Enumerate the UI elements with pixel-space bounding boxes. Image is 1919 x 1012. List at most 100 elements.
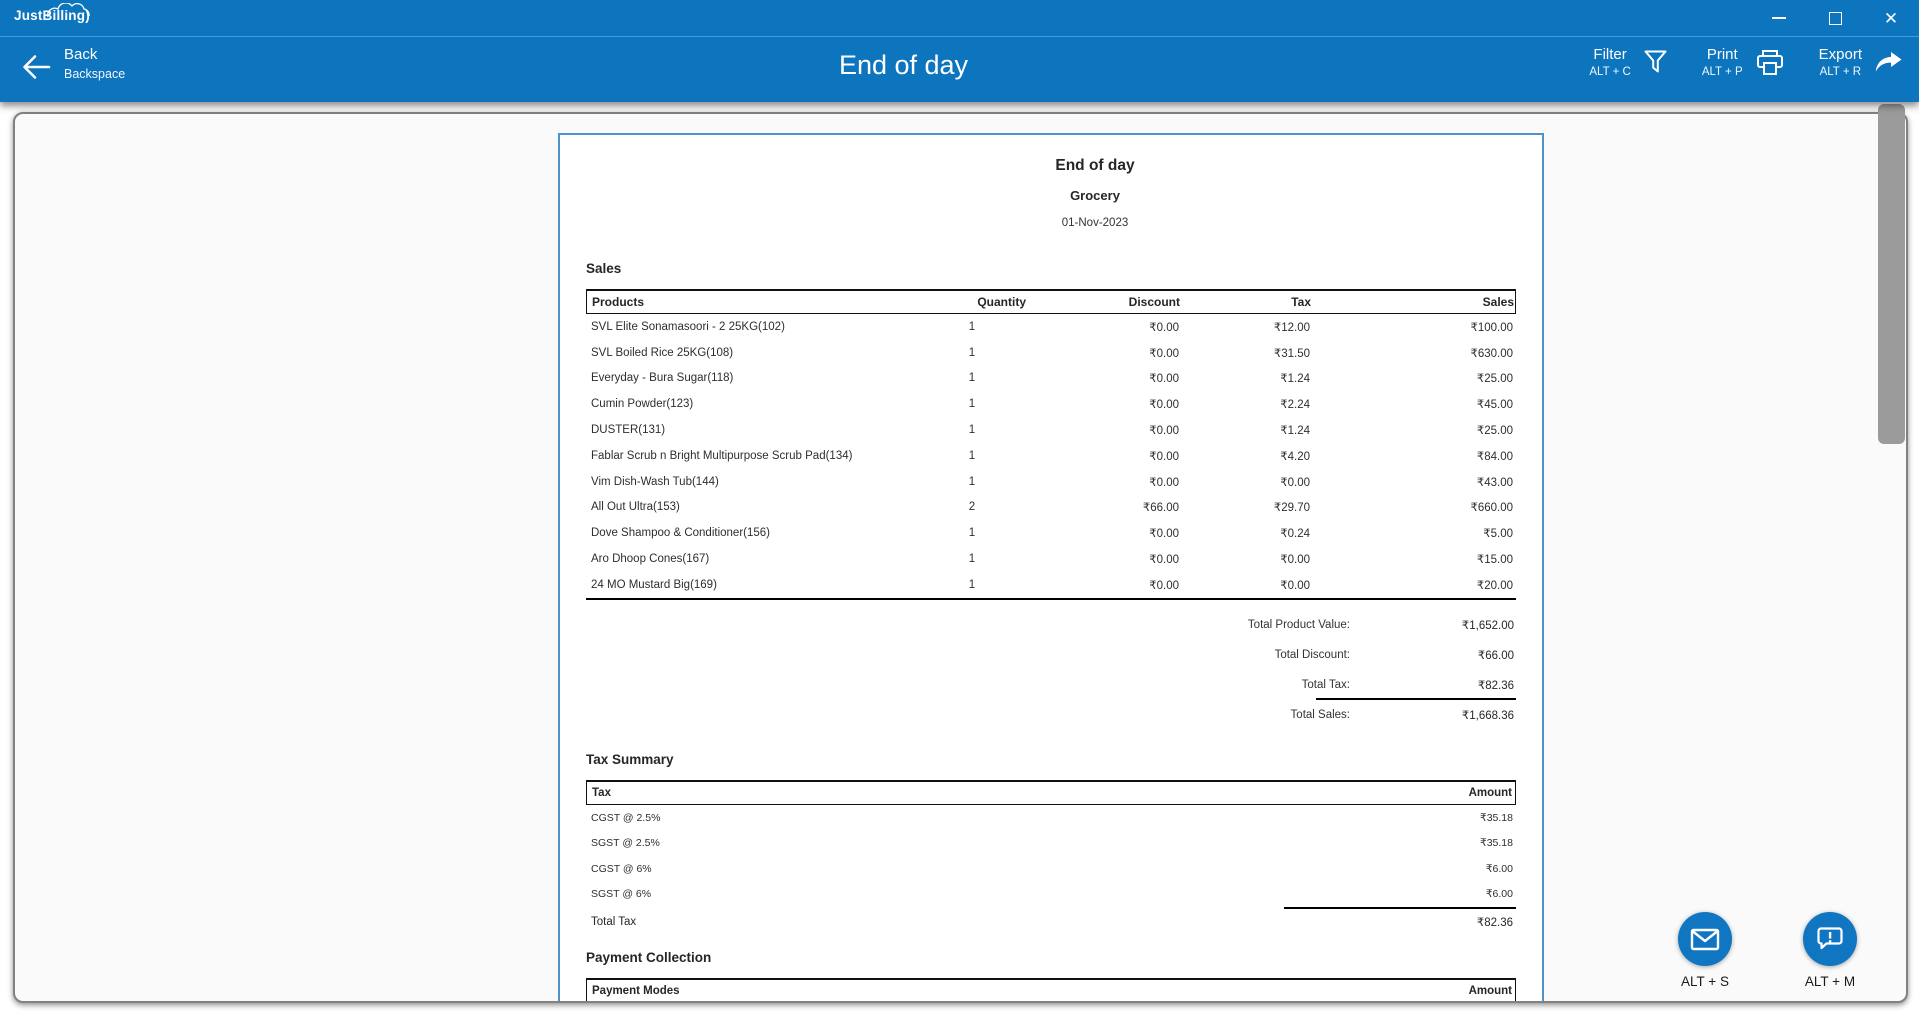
cell-tax: ₹0.00 [1182, 552, 1313, 566]
cell-product: Aro Dhoop Cones(167) [586, 553, 916, 565]
cell-tax: ₹0.00 [1182, 578, 1313, 592]
table-row: Cumin Powder(123) 1 ₹0.00 ₹2.24 ₹45.00 [586, 391, 1516, 417]
export-icon [1874, 50, 1903, 75]
print-button[interactable]: Print ALT + P [1702, 46, 1785, 78]
email-button[interactable] [1678, 912, 1732, 966]
window-controls: ✕ [1751, 0, 1919, 36]
table-row: SVL Elite Sonamasoori - 2 25KG(102) 1 ₹0… [586, 314, 1516, 340]
message-button[interactable] [1803, 912, 1857, 966]
col-products: Products [587, 295, 917, 309]
total-label: Total Tax: [586, 679, 1350, 691]
total-label: Total Product Value: [586, 619, 1350, 631]
payment-table-header: Payment Modes Amount [586, 978, 1516, 1003]
cell-product: 24 MO Mustard Big(169) [586, 579, 916, 591]
cell-discount: ₹0.00 [1028, 423, 1182, 437]
cell-sales: ₹84.00 [1313, 449, 1516, 463]
cell-product: DUSTER(131) [586, 424, 916, 436]
cell-quantity: 1 [916, 424, 1028, 436]
col-quantity: Quantity [917, 295, 1029, 309]
sales-table-body: SVL Elite Sonamasoori - 2 25KG(102) 1 ₹0… [586, 314, 1516, 600]
col-payment-modes: Payment Modes [587, 985, 1315, 997]
cell-discount: ₹0.00 [1028, 371, 1182, 385]
minimize-button[interactable] [1751, 0, 1807, 36]
sales-table-header: Products Quantity Discount Tax Sales [586, 289, 1516, 314]
cell-tax: ₹0.24 [1182, 526, 1313, 540]
cell-tax: ₹2.24 [1182, 397, 1313, 411]
email-shortcut-label: ALT + S [1655, 974, 1755, 989]
table-row: DUSTER(131) 1 ₹0.00 ₹1.24 ₹25.00 [586, 417, 1516, 443]
total-value: ₹82.36 [1350, 678, 1516, 692]
table-row: SGST @ 2.5% ₹35.18 [586, 830, 1516, 856]
maximize-icon [1829, 12, 1842, 25]
cell-tax: ₹12.00 [1182, 320, 1313, 334]
col-amount: Amount [1315, 787, 1515, 799]
export-button[interactable]: Export ALT + R [1819, 46, 1903, 78]
tax-total-row: Total Tax ₹82.36 [586, 909, 1516, 936]
total-row: Total Discount: ₹66.00 [586, 640, 1516, 670]
table-row: Vim Dish-Wash Tub(144) 1 ₹0.00 ₹0.00 ₹43… [586, 469, 1516, 495]
cell-tax: ₹0.00 [1182, 475, 1313, 489]
tax-total-value: ₹82.36 [1316, 915, 1516, 929]
payment-collection-heading: Payment Collection [586, 950, 1516, 965]
content-panel: End of day Grocery 01-Nov-2023 Sales Pro… [13, 112, 1908, 1003]
maximize-button[interactable] [1807, 0, 1863, 36]
close-icon: ✕ [1884, 10, 1898, 27]
cell-sales: ₹45.00 [1313, 397, 1516, 411]
table-row: CGST @ 6% ₹6.00 [586, 856, 1516, 882]
cell-quantity: 1 [916, 321, 1028, 333]
total-label: Total Sales: [586, 709, 1350, 721]
cell-product: SVL Elite Sonamasoori - 2 25KG(102) [586, 321, 916, 333]
cell-amount: ₹6.00 [1316, 863, 1516, 875]
cell-discount: ₹0.00 [1028, 320, 1182, 334]
cell-quantity: 1 [916, 450, 1028, 462]
cell-discount: ₹0.00 [1028, 578, 1182, 592]
cell-quantity: 2 [916, 501, 1028, 513]
export-label: Export [1819, 46, 1862, 63]
sales-totals: Total Product Value: ₹1,652.00 Total Dis… [586, 610, 1516, 730]
table-row: Dove Shampoo & Conditioner(156) 1 ₹0.00 … [586, 520, 1516, 546]
report-document: End of day Grocery 01-Nov-2023 Sales Pro… [558, 133, 1544, 1003]
sales-table-bottom-rule [586, 598, 1516, 600]
report-date: 01-Nov-2023 [630, 217, 1560, 229]
table-row: SVL Boiled Rice 25KG(108) 1 ₹0.00 ₹31.50… [586, 340, 1516, 366]
table-row: Everyday - Bura Sugar(118) 1 ₹0.00 ₹1.24… [586, 366, 1516, 392]
cell-sales: ₹25.00 [1313, 371, 1516, 385]
export-shortcut: ALT + R [1820, 66, 1861, 78]
col-tax: Tax [1183, 295, 1314, 309]
command-bar: Back Backspace End of day Filter ALT + C… [0, 36, 1919, 102]
table-row: All Out Ultra(153) 2 ₹66.00 ₹29.70 ₹660.… [586, 495, 1516, 521]
cell-quantity: 1 [916, 398, 1028, 410]
filter-label: Filter [1593, 46, 1626, 63]
close-button[interactable]: ✕ [1863, 0, 1919, 36]
report-store: Grocery [630, 188, 1560, 203]
header-actions: Filter ALT + C Print ALT + P Export ALT … [1589, 46, 1903, 78]
total-row: Total Sales: ₹1,668.36 [586, 700, 1516, 730]
tax-summary-heading: Tax Summary [586, 752, 1516, 767]
cloud-icon [46, 3, 118, 19]
filter-icon [1643, 49, 1668, 75]
cell-quantity: 1 [916, 579, 1028, 591]
cell-quantity: 1 [916, 527, 1028, 539]
filter-shortcut: ALT + C [1589, 66, 1630, 78]
cell-sales: ₹5.00 [1313, 526, 1516, 540]
print-icon [1755, 49, 1785, 76]
cell-sales: ₹100.00 [1313, 320, 1516, 334]
cell-discount: ₹0.00 [1028, 346, 1182, 360]
table-row: CGST @ 2.5% ₹35.18 [586, 805, 1516, 831]
table-row: Aro Dhoop Cones(167) 1 ₹0.00 ₹0.00 ₹15.0… [586, 546, 1516, 572]
cell-tax: ₹1.24 [1182, 371, 1313, 385]
filter-button[interactable]: Filter ALT + C [1589, 46, 1667, 78]
table-row: SGST @ 6% ₹6.00 [586, 881, 1516, 907]
cell-tax: ₹31.50 [1182, 346, 1313, 360]
total-value: ₹1,668.36 [1350, 708, 1516, 722]
cell-sales: ₹660.00 [1313, 500, 1516, 514]
total-value: ₹1,652.00 [1350, 618, 1516, 632]
vertical-scrollbar-thumb[interactable] [1878, 104, 1905, 444]
sales-heading: Sales [586, 261, 1516, 276]
email-icon [1690, 928, 1720, 951]
minimize-icon [1772, 17, 1786, 19]
cell-tax: ₹4.20 [1182, 449, 1313, 463]
cell-discount: ₹66.00 [1028, 500, 1182, 514]
cell-product: All Out Ultra(153) [586, 501, 916, 513]
cell-sales: ₹43.00 [1313, 475, 1516, 489]
